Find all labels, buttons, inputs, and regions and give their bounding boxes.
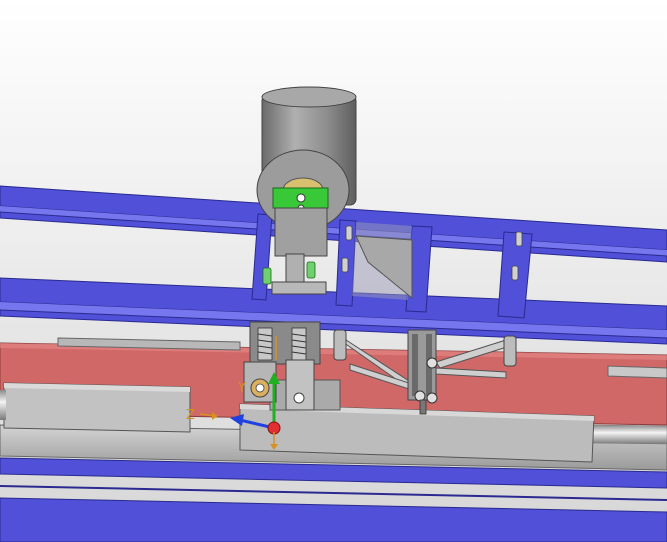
- right-end-block[interactable]: [607, 365, 667, 379]
- assembly-scene[interactable]: Z Y: [0, 0, 667, 542]
- z-axis-label: Z: [186, 408, 195, 423]
- cad-3d-viewport[interactable]: Z Y: [0, 0, 667, 542]
- y-axis-label: Y: [237, 381, 246, 396]
